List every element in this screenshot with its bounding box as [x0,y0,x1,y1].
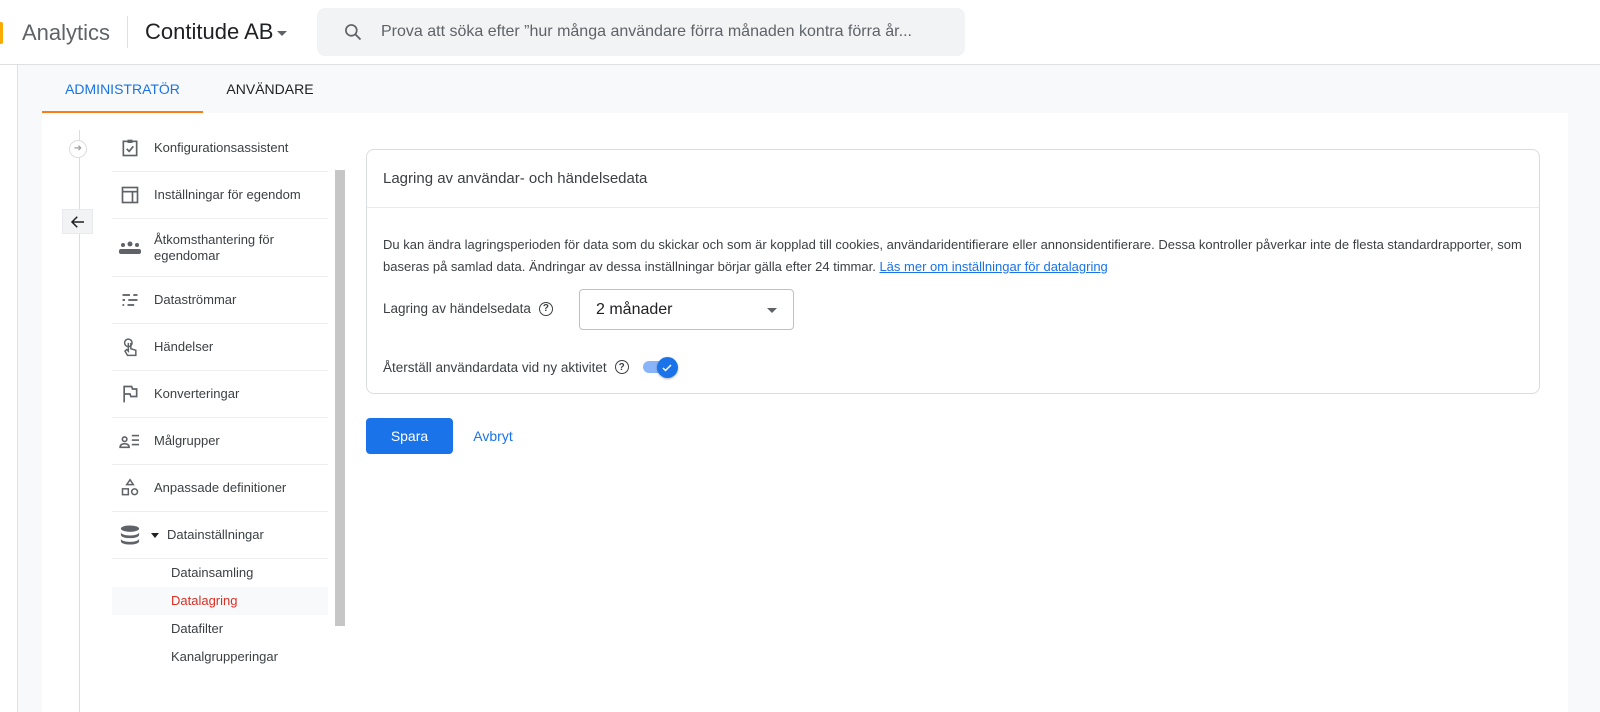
nav-item-property-settings[interactable]: Inställningar för egendom [112,172,328,219]
nav-scrollbar[interactable] [335,170,345,626]
retention-label: Lagring av händelsedata [383,301,531,316]
nav-subitem-data-collection[interactable]: Datainsamling [112,559,328,587]
help-icon[interactable]: ? [538,301,553,316]
nav-subitem-data-filters[interactable]: Datafilter [112,615,328,643]
app-name: Analytics [22,20,111,45]
reset-user-data-row: Återställ användardata vid ny aktivitet? [383,357,679,378]
retention-select[interactable]: 2 månader [579,289,794,330]
nav-label: Målgrupper [154,433,220,448]
nav-item-data-settings[interactable]: Datainställningar [112,512,328,559]
learn-more-link[interactable]: Läs mer om inställningar för datalagring [879,259,1107,274]
arrow-circle-icon: ➜ [69,140,87,158]
divider [127,16,128,48]
account-name: Contitude AB [145,19,274,44]
cancel-button[interactable]: Avbryt [458,418,528,454]
nav-item-custom-definitions[interactable]: Anpassade definitioner [112,465,328,512]
analytics-logo [0,22,3,44]
checklist-icon [110,138,150,158]
nav-subitem-data-retention[interactable]: Datalagring [112,587,328,615]
nav-label: Dataströmmar [154,292,237,307]
data-retention-card: Lagring av användar- och händelsedata Du… [366,149,1540,394]
streams-icon [110,290,150,310]
admin-nav: Konfigurationsassistent Inställningar fö… [112,125,328,671]
touch-icon [110,336,150,358]
tab-users[interactable]: ANVÄNDARE [203,65,337,113]
nav-item-conversions[interactable]: Konverteringar [112,371,328,418]
nav-item-data-streams[interactable]: Dataströmmar [112,277,328,324]
card-title: Lagring av användar- och händelsedata [367,150,1539,208]
event-retention-row: Lagring av händelsedata? [383,301,553,316]
save-button[interactable]: Spara [366,418,453,454]
search-input[interactable] [381,8,956,56]
search-icon [345,24,362,41]
nav-item-access-management[interactable]: Åtkomsthantering för egendomar [112,219,328,277]
nav-label: Åtkomsthantering för egendomar [154,231,274,263]
back-button[interactable] [62,209,93,234]
nav-item-events[interactable]: Händelser [112,324,328,371]
help-icon[interactable]: ? [614,360,629,374]
reset-label: Återställ användardata vid ny aktivitet [383,359,607,375]
nav-label: Inställningar för egendom [154,187,301,202]
reset-user-data-toggle[interactable] [641,357,679,378]
search-box[interactable] [317,8,965,56]
layout-icon [110,185,150,205]
audience-icon [110,432,150,450]
dropdown-caret-icon [767,308,777,313]
expand-caret-icon [151,532,159,538]
arrow-left-icon [70,215,84,228]
nav-item-setup-assistant[interactable]: Konfigurationsassistent [112,125,328,172]
account-selector[interactable]: Contitude AB [145,19,288,45]
nav-subitem-channel-groups[interactable]: Kanalgrupperingar [112,643,328,671]
check-icon [656,357,678,378]
flag-icon [110,384,150,404]
top-bar: Analytics Contitude AB [0,0,1600,65]
nav-label: Konfigurationsassistent [154,140,289,155]
people-icon [110,240,150,256]
left-strip [0,65,18,712]
shapes-icon [110,478,150,498]
nav-label: Konverteringar [154,386,240,401]
retention-value: 2 månader [596,301,673,318]
nav-item-audiences[interactable]: Målgrupper [112,418,328,465]
tab-administrator[interactable]: ADMINISTRATÖR [42,65,203,113]
nav-label: Datainställningar [167,527,264,542]
caret-down-icon [277,30,288,36]
nav-label: Händelser [154,339,214,354]
database-icon [110,525,150,545]
nav-label: Anpassade definitioner [154,480,287,495]
main-panel: ➜ Konfigurationsassistent Inställningar … [42,113,1568,712]
card-description: Du kan ändra lagringsperioden för data s… [383,234,1523,278]
